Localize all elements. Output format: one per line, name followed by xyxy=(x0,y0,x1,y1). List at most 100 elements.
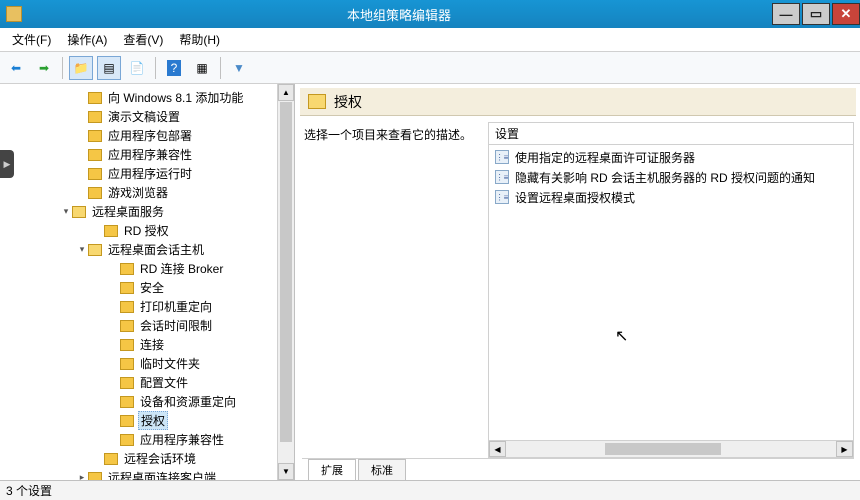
tree-item-label: 远程桌面会话主机 xyxy=(106,241,206,258)
setting-label: 隐藏有关影响 RD 会话主机服务器的 RD 授权问题的通知 xyxy=(515,169,815,186)
setting-label: 设置远程桌面授权模式 xyxy=(515,189,635,206)
separator xyxy=(220,57,221,79)
folder-icon xyxy=(88,149,102,161)
expander-icon[interactable]: ▾ xyxy=(76,244,88,255)
folder-icon xyxy=(88,244,102,256)
menu-view[interactable]: 查看(V) xyxy=(115,29,171,50)
scroll-thumb[interactable] xyxy=(280,102,292,442)
folder-icon xyxy=(120,434,134,446)
tree-item[interactable]: 安全 xyxy=(0,278,277,297)
setting-icon: ⋮≡ xyxy=(495,190,509,204)
setting-row[interactable]: ⋮≡ 隐藏有关影响 RD 会话主机服务器的 RD 授权问题的通知 xyxy=(489,167,853,187)
tree-item[interactable]: 临时文件夹 xyxy=(0,354,277,373)
show-tree-button[interactable]: ▤ xyxy=(97,56,121,80)
tree-item[interactable]: 连接 xyxy=(0,335,277,354)
forward-button[interactable]: ➡ xyxy=(32,56,56,80)
close-button[interactable]: ✕ xyxy=(832,3,860,25)
folder-icon xyxy=(120,263,134,275)
up-button[interactable]: 📁 xyxy=(69,56,93,80)
tree-item[interactable]: 演示文稿设置 xyxy=(0,107,277,126)
scroll-down-button[interactable]: ▼ xyxy=(278,463,294,480)
expander-icon[interactable]: ▸ xyxy=(76,472,88,480)
folder-icon xyxy=(88,472,102,481)
scroll-up-button[interactable]: ▲ xyxy=(278,84,294,101)
tree-item[interactable]: ▾远程桌面服务 xyxy=(0,202,277,221)
scroll-thumb[interactable] xyxy=(605,443,721,455)
tree-item-label: 临时文件夹 xyxy=(138,355,202,372)
tree-view[interactable]: 向 Windows 8.1 添加功能演示文稿设置应用程序包部署应用程序兼容性应用… xyxy=(0,84,277,480)
options-button[interactable]: ▦ xyxy=(190,56,214,80)
back-button[interactable]: ⬅ xyxy=(4,56,28,80)
details-pane: 授权 选择一个项目来查看它的描述。 设置 ⋮≡使用指定的远程桌面许可证服务器⋮≡… xyxy=(295,84,860,480)
tab-extended[interactable]: 扩展 xyxy=(308,459,356,480)
tree-item-label: 打印机重定向 xyxy=(138,298,214,315)
folder-icon xyxy=(104,225,118,237)
folder-icon xyxy=(120,358,134,370)
folder-icon xyxy=(88,187,102,199)
tree-item[interactable]: 向 Windows 8.1 添加功能 xyxy=(0,88,277,107)
tree-item[interactable]: RD 连接 Broker xyxy=(0,259,277,278)
filter-button[interactable]: ▼ xyxy=(227,56,251,80)
tree-item-label: 连接 xyxy=(138,336,166,353)
menu-action[interactable]: 操作(A) xyxy=(59,29,115,50)
tree-item[interactable]: 授权 xyxy=(0,411,277,430)
tree-item-label: 应用程序运行时 xyxy=(106,165,194,182)
window-controls: — ▭ ✕ xyxy=(770,3,860,25)
scroll-right-button[interactable]: ▶ xyxy=(836,441,853,457)
folder-icon xyxy=(120,415,134,427)
content-area: 选择一个项目来查看它的描述。 设置 ⋮≡使用指定的远程桌面许可证服务器⋮≡隐藏有… xyxy=(296,116,860,458)
tree-item[interactable]: 应用程序兼容性 xyxy=(0,430,277,449)
tab-standard[interactable]: 标准 xyxy=(358,459,406,480)
tree-item[interactable]: 设备和资源重定向 xyxy=(0,392,277,411)
tree-item[interactable]: 应用程序包部署 xyxy=(0,126,277,145)
tree-item-label: 演示文稿设置 xyxy=(106,108,182,125)
menu-help[interactable]: 帮助(H) xyxy=(171,29,228,50)
toolbar: ⬅ ➡ 📁 ▤ 📄 ? ▦ ▼ xyxy=(0,52,860,84)
setting-row[interactable]: ⋮≡ 设置远程桌面授权模式 xyxy=(489,187,853,207)
side-panel-toggle[interactable]: ▶ xyxy=(0,150,14,178)
tree-item[interactable]: 会话时间限制 xyxy=(0,316,277,335)
tree-item[interactable]: 应用程序运行时 xyxy=(0,164,277,183)
details-header: 授权 xyxy=(300,88,856,116)
scroll-track[interactable] xyxy=(506,441,836,457)
tree-pane: 向 Windows 8.1 添加功能演示文稿设置应用程序包部署应用程序兼容性应用… xyxy=(0,84,295,480)
tree-item[interactable]: 配置文件 xyxy=(0,373,277,392)
details-title: 授权 xyxy=(334,92,362,112)
options-icon: ▦ xyxy=(196,61,207,75)
minimize-button[interactable]: — xyxy=(772,3,800,25)
export-icon: 📄 xyxy=(130,61,145,75)
expander-icon[interactable]: ▾ xyxy=(60,206,72,217)
maximize-button[interactable]: ▭ xyxy=(802,3,830,25)
separator xyxy=(155,57,156,79)
setting-icon: ⋮≡ xyxy=(495,150,509,164)
setting-icon: ⋮≡ xyxy=(495,170,509,184)
scroll-left-button[interactable]: ◀ xyxy=(489,441,506,457)
tree-item[interactable]: ▾ 远程桌面会话主机 xyxy=(0,240,277,259)
tree-item-label: 应用程序兼容性 xyxy=(138,431,226,448)
tree-item-label: 设备和资源重定向 xyxy=(138,393,238,410)
tree-item-label: 向 Windows 8.1 添加功能 xyxy=(106,89,245,106)
description-text: 选择一个项目来查看它的描述。 xyxy=(304,126,480,143)
tree-item-label: 游戏浏览器 xyxy=(106,184,170,201)
setting-row[interactable]: ⋮≡使用指定的远程桌面许可证服务器 xyxy=(489,147,853,167)
menu-bar: 文件(F) 操作(A) 查看(V) 帮助(H) xyxy=(0,28,860,52)
horizontal-scrollbar[interactable]: ◀ ▶ xyxy=(489,440,853,457)
tree-item[interactable]: RD 授权 xyxy=(0,221,277,240)
column-header-setting[interactable]: 设置 xyxy=(489,123,853,145)
export-button[interactable]: 📄 xyxy=(125,56,149,80)
arrow-right-icon: ➡ xyxy=(39,61,49,75)
title-bar: 本地组策略编辑器 — ▭ ✕ xyxy=(0,0,860,28)
tree-item-label: 应用程序包部署 xyxy=(106,127,194,144)
folder-icon xyxy=(120,301,134,313)
tree-item[interactable]: 游戏浏览器 xyxy=(0,183,277,202)
help-button[interactable]: ? xyxy=(162,56,186,80)
tree-item[interactable]: ▸远程桌面连接客户端 xyxy=(0,468,277,480)
menu-file[interactable]: 文件(F) xyxy=(4,29,59,50)
folder-icon xyxy=(120,320,134,332)
separator xyxy=(62,57,63,79)
tree-item-label: 应用程序兼容性 xyxy=(106,146,194,163)
tree-item[interactable]: 打印机重定向 xyxy=(0,297,277,316)
tree-item[interactable]: 远程会话环境 xyxy=(0,449,277,468)
tree-scrollbar[interactable]: ▲ ▼ xyxy=(277,84,294,480)
tree-item[interactable]: 应用程序兼容性 xyxy=(0,145,277,164)
